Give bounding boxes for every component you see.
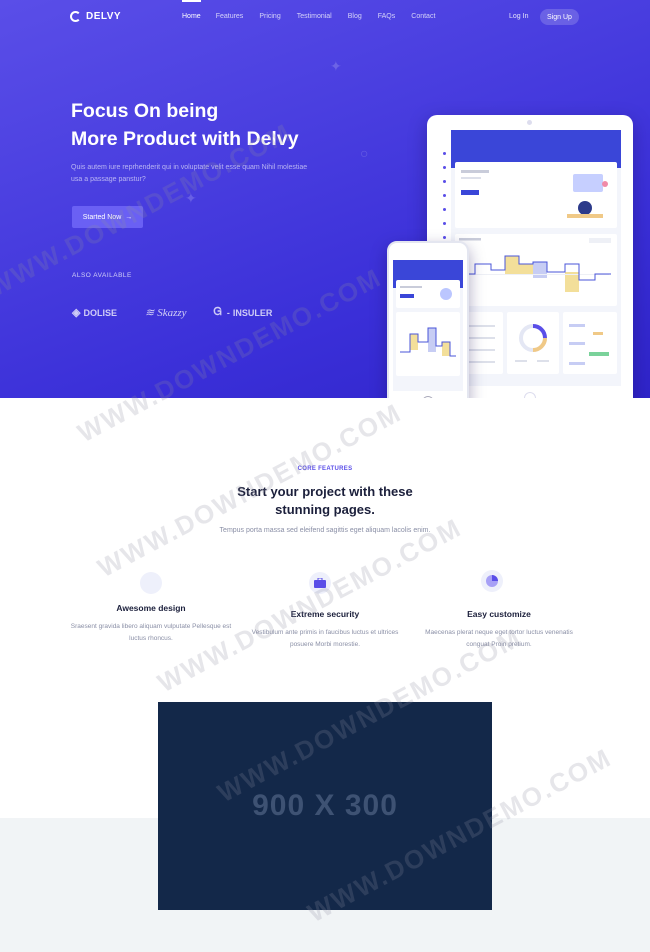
logo-icon [70, 11, 81, 22]
top-navbar: DELVY Home Features Pricing Testimonial … [0, 0, 650, 36]
dolise-logo-icon: ◈ [72, 307, 81, 319]
brand-dolise: ◈ DOLISE [72, 306, 117, 319]
phone-home-button [422, 396, 434, 398]
tablet-home-button [524, 392, 536, 398]
feature-title: Easy customize [467, 609, 531, 619]
tablet-camera [527, 120, 532, 125]
nav-features[interactable]: Features [216, 13, 244, 20]
brand-skazzy: ≋ Skazzy [144, 306, 187, 320]
dashboard-welcome-card [455, 162, 617, 228]
phone-chart-card [396, 312, 460, 376]
brand-skazzy-label: Skazzy [157, 306, 187, 319]
skazzy-logo-icon: ≋ [144, 307, 155, 319]
dashboard-donut-card [507, 312, 559, 374]
main-menu: Home Features Pricing Testimonial Blog F… [182, 0, 435, 20]
hero-title-line-1: Focus On being [71, 100, 219, 122]
dashboard-stats-card [563, 312, 617, 374]
logo-text: DELVY [86, 11, 122, 22]
logo[interactable]: DELVY [70, 11, 121, 22]
insuler-logo-icon: Ꮐ [213, 306, 222, 318]
nav-testimonial[interactable]: Testimonial [297, 13, 332, 20]
phone-welcome-card [396, 280, 460, 308]
dashboard-chart-card [455, 234, 617, 306]
feature-title: Awesome design [116, 603, 186, 613]
insuler-dash-icon: - [226, 307, 230, 318]
login-link[interactable]: Log In [509, 13, 528, 20]
nav-home[interactable]: Home [182, 0, 201, 20]
palette-icon [140, 572, 162, 594]
brand-insuler: Ꮐ - INSULER [214, 306, 273, 319]
welcome-illustration [461, 170, 608, 218]
brand-insuler-label: INSULER [232, 307, 273, 318]
dashboard-step-chart [459, 238, 611, 292]
phone-screen [393, 260, 463, 391]
feature-awesome-design: Awesome design Sraesent gravida libero a… [66, 572, 236, 645]
placeholder-label: 900 X 300 [252, 789, 398, 822]
nav-faqs[interactable]: FAQs [378, 13, 396, 20]
also-available-label: ALSO AVAILABLE [72, 272, 132, 279]
decor-circle-icon: ○ [360, 145, 369, 161]
nav-pricing[interactable]: Pricing [259, 13, 280, 20]
phone-mockup [387, 241, 469, 398]
decor-star-icon: ✦ [330, 58, 342, 74]
hero-section: ✦ ✦ ○ DELVY Home Features Pricing Testim… [0, 0, 650, 398]
pie-chart-icon [481, 570, 503, 592]
nav-blog[interactable]: Blog [348, 13, 362, 20]
nav-contact[interactable]: Contact [411, 13, 435, 20]
features-subtitle: Tempus porta massa sed eleifend sagittis… [219, 527, 431, 534]
brand-dolise-label: DOLISE [83, 307, 117, 318]
signup-button[interactable]: Sign Up [540, 9, 579, 25]
brand-logos: ◈ DOLISE ≋ Skazzy Ꮐ - INSULER [72, 306, 272, 319]
